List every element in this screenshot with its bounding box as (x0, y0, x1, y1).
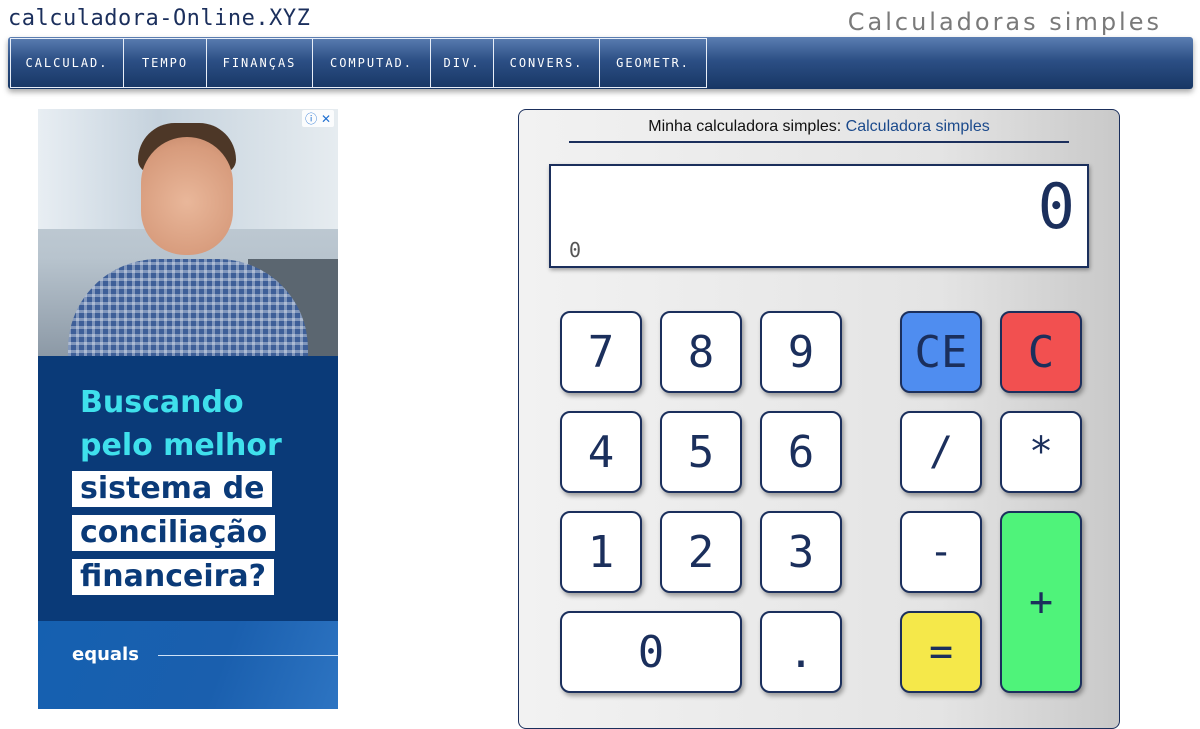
clear-button[interactable]: C (1000, 311, 1082, 393)
calculator-heading: Minha calculadora simples: Calculadora s… (569, 118, 1069, 136)
key-2[interactable]: 2 (660, 511, 742, 593)
key-3[interactable]: 3 (760, 511, 842, 593)
calculator-display: 0 0 (549, 164, 1089, 268)
key-0[interactable]: 0 (560, 611, 742, 693)
key-9[interactable]: 9 (760, 311, 842, 393)
ad-photo-head (141, 137, 233, 255)
calculator: Minha calculadora simples: Calculadora s… (518, 109, 1120, 729)
key-5[interactable]: 5 (660, 411, 742, 493)
close-icon[interactable]: ✕ (321, 112, 331, 126)
ad-line-3-wrap: sistema de (72, 467, 322, 511)
calculator-heading-link[interactable]: Calculadora simples (846, 118, 990, 135)
ad-line-5-wrap: financeira? (72, 555, 322, 599)
ad-choices-controls[interactable]: ⓘ ✕ (302, 110, 334, 127)
ad-line-2: pelo melhor (80, 428, 282, 463)
ad-line-4: conciliação (72, 515, 276, 551)
ad-photo (38, 109, 338, 356)
ad-footer: equals (38, 621, 338, 709)
ad-divider (158, 655, 338, 656)
key-6[interactable]: 6 (760, 411, 842, 493)
nav-item-convers[interactable]: CONVERS. (493, 38, 599, 88)
site-title[interactable]: calculadora-Online.XYZ (8, 6, 310, 31)
site-subtitle: Calculadoras simples (847, 8, 1162, 36)
main-navbar: CALCULAD. TEMPO FINANÇAS COMPUTAD. DIV. … (8, 37, 1193, 89)
ad-line-5: financeira? (72, 559, 275, 595)
nav-item-calculad[interactable]: CALCULAD. (10, 38, 123, 88)
ad-headline: Buscando pelo melhor sistema de concilia… (72, 381, 322, 599)
nav-item-tempo[interactable]: TEMPO (123, 38, 206, 88)
subtract-button[interactable]: - (900, 511, 982, 593)
add-button[interactable]: + (1000, 511, 1082, 693)
ad-line-3: sistema de (72, 471, 273, 507)
heading-divider (569, 141, 1069, 143)
nav-item-div[interactable]: DIV. (430, 38, 493, 88)
ad-line-1: Buscando (80, 385, 244, 420)
divide-button[interactable]: / (900, 411, 982, 493)
display-history: 0 (569, 238, 582, 262)
decimal-button[interactable]: . (760, 611, 842, 693)
nav-item-financas[interactable]: FINANÇAS (206, 38, 312, 88)
key-7[interactable]: 7 (560, 311, 642, 393)
advertisement-banner[interactable]: ⓘ ✕ Buscando pelo melhor sistema de conc… (38, 109, 338, 709)
calculator-heading-prefix: Minha calculadora simples: (648, 118, 846, 135)
equals-button[interactable]: = (900, 611, 982, 693)
ad-line-4-wrap: conciliação (72, 511, 322, 555)
nav-item-geometr[interactable]: GEOMETR. (599, 38, 707, 88)
ad-brand-logo: equals (72, 644, 139, 665)
display-value: 0 (1037, 170, 1075, 243)
nav-item-computad[interactable]: COMPUTAD. (312, 38, 430, 88)
key-1[interactable]: 1 (560, 511, 642, 593)
key-8[interactable]: 8 (660, 311, 742, 393)
multiply-button[interactable]: * (1000, 411, 1082, 493)
info-icon[interactable]: ⓘ (305, 112, 317, 126)
key-4[interactable]: 4 (560, 411, 642, 493)
clear-entry-button[interactable]: CE (900, 311, 982, 393)
